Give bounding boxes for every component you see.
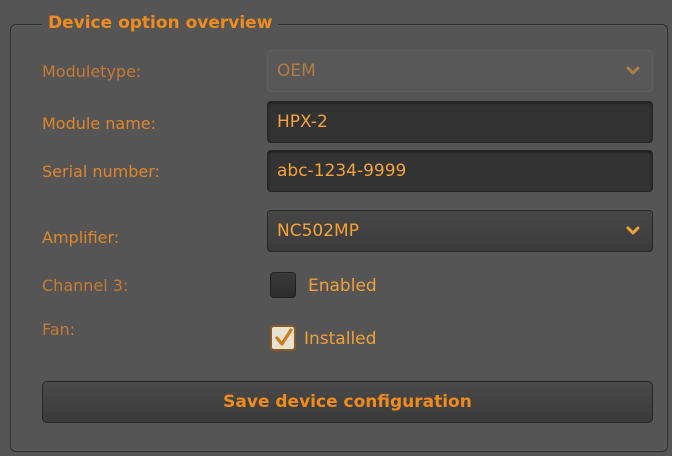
channel3-label: Channel 3: xyxy=(42,276,129,295)
device-options-panel: Device option overview Moduletype: OEM M… xyxy=(0,0,672,456)
checkmark-icon xyxy=(275,328,293,346)
serial-number-input[interactable]: abc-1234-9999 xyxy=(267,150,653,192)
amplifier-value: NC502MP xyxy=(277,221,359,241)
chevron-down-icon xyxy=(626,226,640,235)
module-name-label: Module name: xyxy=(42,114,157,133)
chevron-down-icon xyxy=(626,66,640,75)
moduletype-label: Moduletype: xyxy=(42,62,142,81)
fan-label: Fan: xyxy=(42,320,76,339)
save-configuration-button[interactable]: Save device configuration xyxy=(42,381,653,423)
fan-checkbox-label[interactable]: Installed xyxy=(304,329,376,349)
amplifier-label: Amplifier: xyxy=(42,228,120,247)
channel3-checkbox[interactable] xyxy=(270,272,296,298)
fan-checkbox[interactable] xyxy=(270,325,296,351)
channel3-checkbox-label[interactable]: Enabled xyxy=(308,276,377,296)
moduletype-select: OEM xyxy=(267,50,653,92)
amplifier-select[interactable]: NC502MP xyxy=(267,210,653,252)
moduletype-value: OEM xyxy=(277,61,316,81)
module-name-input[interactable]: HPX-2 xyxy=(267,101,653,143)
group-title: Device option overview xyxy=(42,11,279,35)
serial-number-label: Serial number: xyxy=(42,162,160,181)
